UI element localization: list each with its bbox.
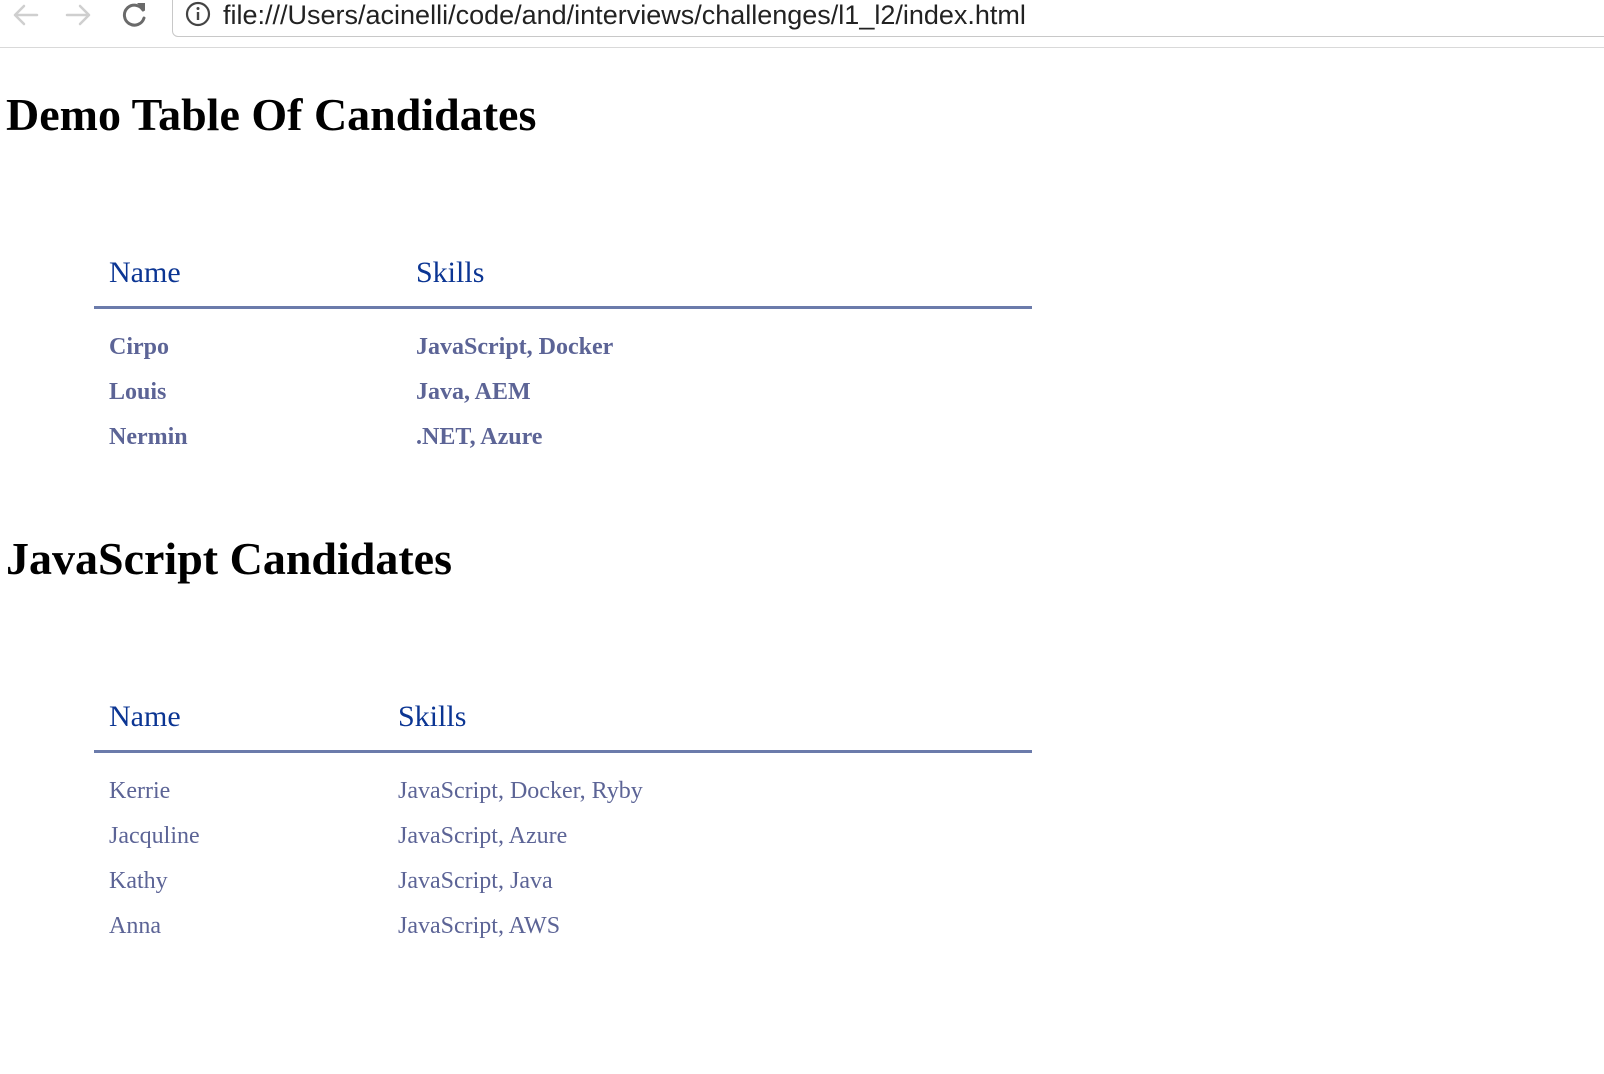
forward-button[interactable]	[62, 0, 96, 30]
back-button[interactable]	[8, 0, 42, 30]
candidate-skills: JavaScript, Docker, Ryby	[398, 778, 643, 804]
info-icon[interactable]	[185, 1, 211, 27]
column-header-name: Name	[94, 684, 383, 753]
table-header-row: Name Skills	[94, 240, 1032, 309]
candidate-name: Kerrie	[109, 778, 171, 804]
column-header-name: Name	[94, 240, 401, 309]
candidate-skills: JavaScript, Java	[398, 868, 553, 894]
url-text[interactable]: file:///Users/acinelli/code/and/intervie…	[223, 0, 1026, 33]
candidates-table: Name Skills Cirpo JavaScript, Docker Lou…	[94, 240, 1032, 460]
reload-icon	[122, 3, 146, 27]
candidate-skills: Java, AEM	[416, 379, 531, 405]
reload-button[interactable]	[117, 0, 151, 30]
candidate-name: Anna	[109, 913, 161, 939]
table-row: Louis Java, AEM	[94, 370, 1032, 415]
address-bar[interactable]: file:///Users/acinelli/code/and/intervie…	[172, 0, 1604, 37]
page-title-javascript-candidates: JavaScript Candidates	[6, 533, 452, 584]
javascript-candidates-table: Name Skills Kerrie JavaScript, Docker, R…	[94, 684, 1032, 949]
table-row: Nermin .NET, Azure	[94, 415, 1032, 460]
page-content: Demo Table Of Candidates Name Skills Cir…	[0, 48, 1604, 1074]
candidate-skills: JavaScript, Docker	[416, 334, 614, 360]
candidate-skills: JavaScript, AWS	[398, 913, 561, 939]
candidate-skills: .NET, Azure	[416, 424, 543, 450]
table-row: Kerrie JavaScript, Docker, Ryby	[94, 752, 1032, 815]
candidate-name: Kathy	[109, 868, 168, 894]
table-row: Jacquline JavaScript, Azure	[94, 814, 1032, 859]
arrow-left-icon	[13, 4, 39, 26]
page-title-demo-table: Demo Table Of Candidates	[6, 89, 537, 140]
table-row: Cirpo JavaScript, Docker	[94, 308, 1032, 371]
candidate-skills: JavaScript, Azure	[398, 823, 568, 849]
column-header-skills: Skills	[383, 684, 1032, 753]
candidate-name: Nermin	[109, 424, 188, 450]
table-row: Anna JavaScript, AWS	[94, 904, 1032, 949]
candidate-name: Jacquline	[109, 823, 200, 849]
column-header-skills: Skills	[401, 240, 1032, 309]
table-row: Kathy JavaScript, Java	[94, 859, 1032, 904]
candidate-name: Louis	[109, 379, 167, 405]
table-header-row: Name Skills	[94, 684, 1032, 753]
browser-toolbar: file:///Users/acinelli/code/and/intervie…	[0, 0, 1604, 48]
candidate-name: Cirpo	[109, 334, 169, 360]
arrow-right-icon	[65, 4, 91, 26]
